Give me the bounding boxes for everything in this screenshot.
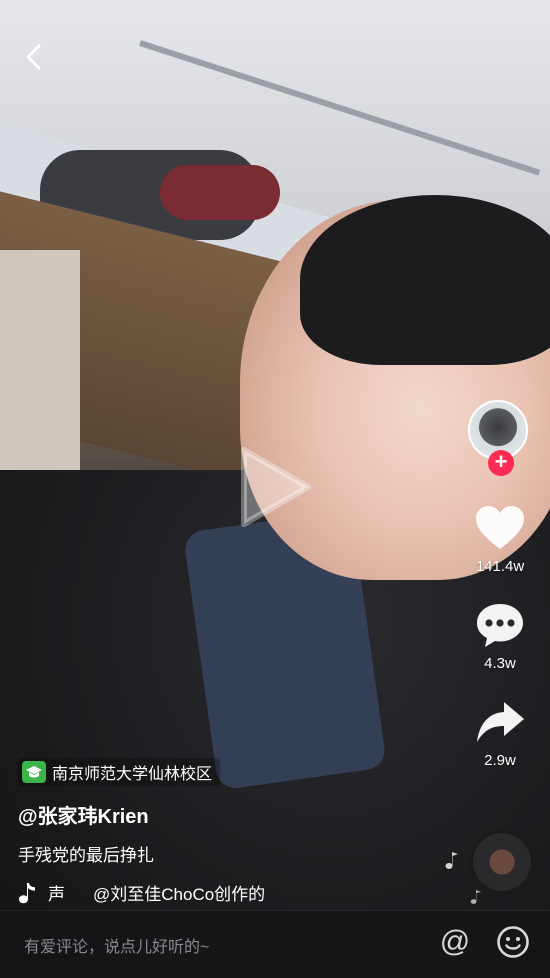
graduation-cap-icon (22, 761, 46, 783)
music-credit: @刘至佳ChoCo创作的 (93, 885, 266, 904)
music-disc[interactable] (470, 830, 534, 894)
comment-input[interactable]: 有爱评论，说点儿好听的~ (24, 933, 209, 957)
location-label: 南京师范大学仙林校区 (52, 766, 213, 783)
back-button[interactable] (18, 40, 52, 74)
comment-icon (477, 604, 523, 647)
comment-button[interactable]: 4.3w (474, 601, 526, 672)
play-icon (241, 447, 311, 527)
music-info[interactable]: 声 @刘至佳ChoCo创作的 (18, 880, 458, 905)
author-avatar-group[interactable]: + (468, 400, 532, 478)
wall-paper (0, 250, 80, 480)
heart-icon (476, 506, 524, 549)
music-note-icon (19, 882, 35, 903)
location-tag[interactable]: 南京师范大学仙林校区 (18, 758, 221, 786)
action-rail: + 141.4w 4.3w 2.9w (450, 400, 550, 769)
comment-count: 4.3w (484, 655, 516, 672)
emoji-icon[interactable] (496, 925, 530, 959)
clothes-pile-red (160, 165, 280, 220)
mention-button[interactable]: @ (438, 925, 472, 959)
share-button[interactable]: 2.9w (474, 698, 526, 769)
share-count: 2.9w (484, 752, 516, 769)
comment-bar: 有爱评论，说点儿好听的~ @ (0, 910, 550, 978)
person-hair (300, 195, 550, 365)
music-label: 声 (48, 885, 65, 904)
back-icon (26, 44, 41, 70)
like-button[interactable]: 141.4w (474, 504, 526, 575)
author-username[interactable]: @张家玮Krien (18, 800, 458, 829)
share-icon (477, 702, 524, 742)
video-caption: 手残党的最后挣扎 (18, 846, 154, 865)
video-info: 南京师范大学仙林校区 @张家玮Krien 手残党的最后挣扎 声 @刘至佳ChoC… (18, 758, 458, 905)
play-button[interactable] (238, 444, 312, 530)
follow-button[interactable]: + (488, 450, 514, 476)
like-count: 141.4w (475, 558, 525, 575)
